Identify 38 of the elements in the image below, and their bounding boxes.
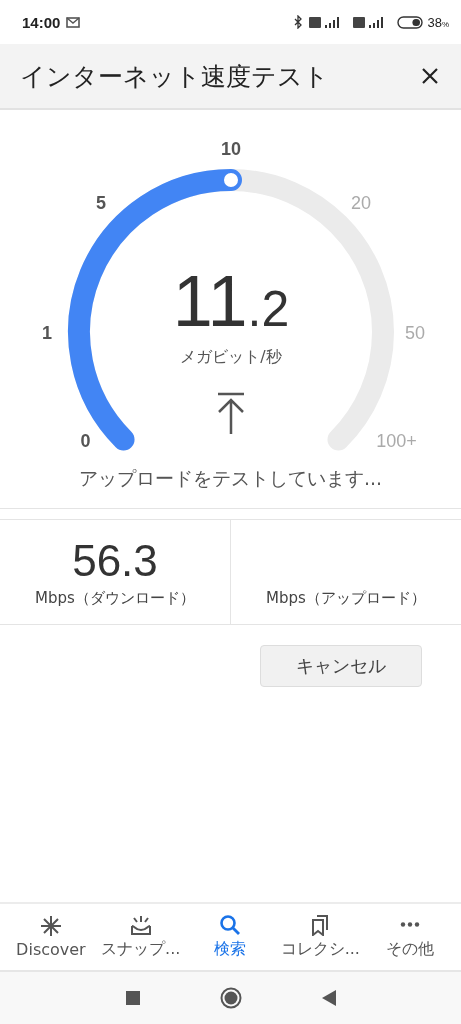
nav-tab[interactable]: 検索 (185, 904, 276, 970)
result-label: Mbps（アップロード） (266, 589, 426, 608)
asterisk-icon (39, 915, 62, 937)
status-time: 14:00 (22, 13, 61, 31)
nav-tab[interactable]: コレクシ... (275, 904, 366, 970)
nav-tab[interactable]: その他 (365, 904, 455, 970)
page-title: インターネット速度テスト (20, 60, 330, 93)
recents-button[interactable] (125, 991, 140, 1005)
speed-unit: メガビット/秒 (180, 347, 282, 366)
bluetooth-icon (294, 15, 304, 29)
close-icon (421, 67, 439, 85)
gauge-tick-label: 20 (351, 192, 372, 213)
status-text: アップロードをテストしています... (78, 466, 383, 491)
gauge-tick-label: 10 (221, 139, 241, 159)
cancel-button[interactable]: キャンセル (260, 645, 422, 687)
nav-tab[interactable]: Discover (6, 904, 96, 970)
battery-icon (397, 15, 424, 29)
speed-value: 11.2 (172, 261, 290, 341)
bookmarks-icon (310, 914, 331, 936)
square-icon (125, 991, 140, 1005)
back-button[interactable] (321, 990, 336, 1006)
home-button[interactable] (219, 987, 242, 1009)
gauge-tick-label: 5 (95, 192, 106, 213)
gauge-tick-label: 0 (80, 431, 91, 452)
more-icon (399, 922, 422, 927)
gauge-tick-label: 50 (405, 323, 425, 343)
nav-tab[interactable]: スナップ... (95, 904, 186, 970)
upload-icon (216, 392, 246, 436)
gauge-tick-label: 1 (42, 323, 52, 343)
result-label: Mbps（ダウンロード） (35, 589, 195, 608)
mail-icon (66, 16, 81, 28)
gauge-knob (222, 171, 240, 189)
result-value: 56.3 (72, 539, 158, 583)
tray-icon (128, 914, 153, 936)
home-icon (219, 987, 242, 1009)
gauge-tick-label: 100+ (376, 431, 417, 452)
search-icon (219, 914, 242, 936)
back-icon (321, 990, 336, 1006)
